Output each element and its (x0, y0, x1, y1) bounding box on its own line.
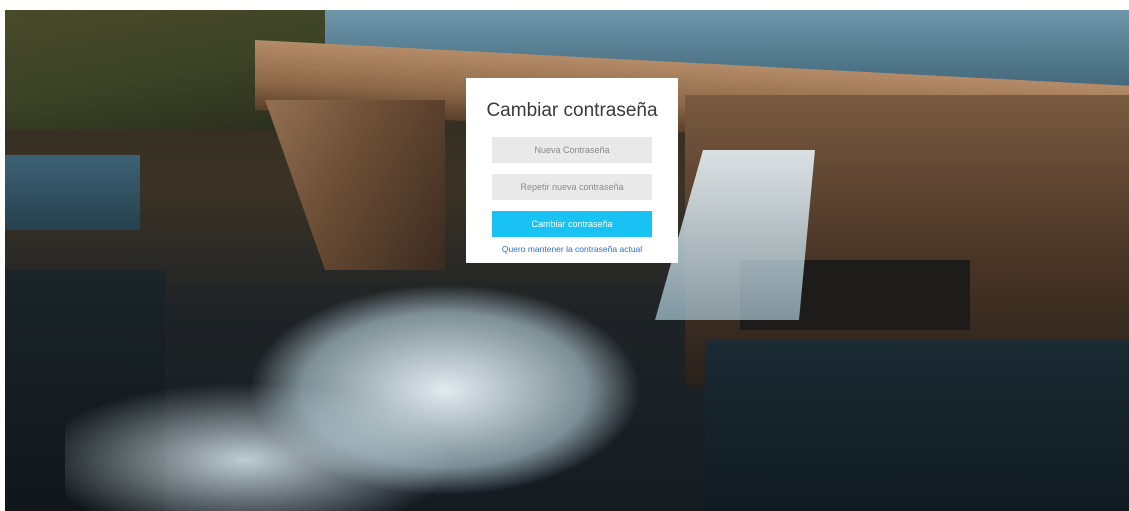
repeat-password-input[interactable] (492, 174, 652, 200)
keep-current-password-link[interactable]: Quero mantener la contraseña actual (466, 244, 678, 254)
page: Cambiar contraseña Cambiar contraseña Qu… (0, 0, 1129, 511)
card-title: Cambiar contraseña (486, 100, 658, 121)
new-password-input[interactable] (492, 137, 652, 163)
change-password-button[interactable]: Cambiar contraseña (492, 211, 652, 237)
change-password-card: Cambiar contraseña Cambiar contraseña Qu… (466, 78, 678, 263)
